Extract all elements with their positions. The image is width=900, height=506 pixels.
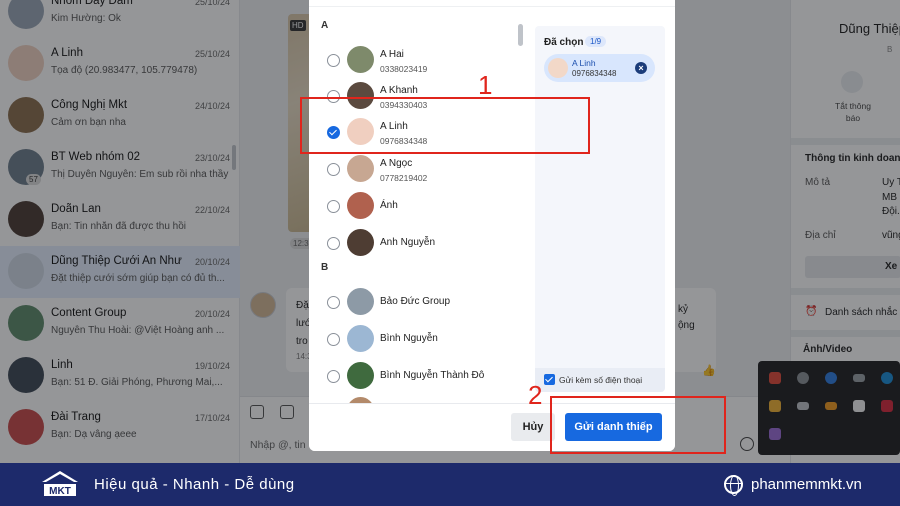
contact-name: Bảo Đức Group	[380, 296, 451, 307]
remove-icon[interactable]: ×	[635, 62, 647, 74]
step-number: 2	[528, 380, 543, 410]
include-phone-option[interactable]: Gửi kèm số điện thoại	[535, 368, 665, 392]
brand-banner: MKT Hiệu quả - Nhanh - Dễ dùng phanmemmk…	[0, 463, 900, 506]
contact-row[interactable]: Ánh	[309, 188, 529, 224]
contact-name: Bình Nguyễn	[380, 333, 438, 344]
avatar	[347, 229, 374, 256]
select-radio[interactable]	[327, 370, 340, 383]
contact-name: Ánh	[380, 200, 398, 211]
slogan: Hiệu quả - Nhanh - Dễ dùng	[94, 476, 295, 493]
selected-contact-chip: A Linh 0976834348 ×	[544, 54, 655, 82]
avatar	[347, 192, 374, 219]
highlight-box-step-2	[550, 396, 726, 454]
avatar	[347, 288, 374, 315]
contact-name: Bình Nguyễn Thành Đô	[380, 370, 485, 381]
step-number: 1	[478, 70, 493, 100]
contact-name: A Khanh	[380, 85, 418, 96]
mkt-logo: MKT	[42, 471, 78, 497]
selected-panel: Đã chọn 1/9 A Linh 0976834348 × Gửi kèm …	[535, 26, 665, 392]
contact-phone: 0338023419	[380, 64, 428, 74]
contact-row[interactable]: Bố❤	[309, 393, 529, 403]
contact-row[interactable]: A Ngọc 0778219402	[309, 151, 529, 187]
website-link[interactable]: phanmemmkt.vn	[751, 476, 862, 493]
contact-row[interactable]: Anh Nguyễn	[309, 225, 529, 261]
include-phone-label: Gửi kèm số điện thoại	[559, 375, 643, 385]
avatar	[548, 58, 568, 78]
contact-row[interactable]: Bình Nguyễn	[309, 321, 529, 357]
contact-row[interactable]: Bình Nguyễn Thành Đô	[309, 358, 529, 394]
avatar	[347, 46, 374, 73]
contact-name: Anh Nguyễn	[380, 237, 436, 248]
contact-name: A Ngọc	[380, 158, 413, 169]
chip-name: A Linh	[572, 58, 596, 68]
select-radio[interactable]	[327, 237, 340, 250]
avatar	[347, 155, 374, 182]
contact-phone: 0778219402	[380, 173, 428, 183]
select-radio[interactable]	[327, 200, 340, 213]
contact-row[interactable]: Bảo Đức Group	[309, 284, 529, 320]
selected-title: Đã chọn	[544, 37, 584, 48]
select-radio[interactable]	[327, 54, 340, 67]
logo-text: MKT	[49, 486, 71, 497]
avatar	[347, 362, 374, 389]
include-phone-checkbox[interactable]	[544, 374, 555, 385]
select-radio[interactable]	[327, 333, 340, 346]
selected-count-badge: 1/9	[585, 36, 607, 47]
globe-icon	[724, 475, 743, 496]
select-radio[interactable]	[327, 296, 340, 309]
chip-phone: 0976834348	[572, 69, 617, 78]
cancel-button[interactable]: Hủy	[511, 413, 555, 441]
send-contact-card-dialog: AA Hai 0338023419 A Khanh 0394330403 A Linh 0…	[309, 0, 675, 451]
section-letter: B	[321, 262, 329, 273]
contact-list: AA Hai 0338023419 A Khanh 0394330403 A Linh 0…	[309, 8, 535, 403]
section-letter: A	[321, 20, 329, 31]
dialog-header	[309, 0, 675, 7]
select-radio[interactable]	[327, 163, 340, 176]
contact-row[interactable]: A Hai 0338023419	[309, 42, 529, 78]
highlight-box-step-1	[300, 97, 590, 154]
contact-name: A Hai	[380, 49, 404, 60]
avatar	[347, 325, 374, 352]
